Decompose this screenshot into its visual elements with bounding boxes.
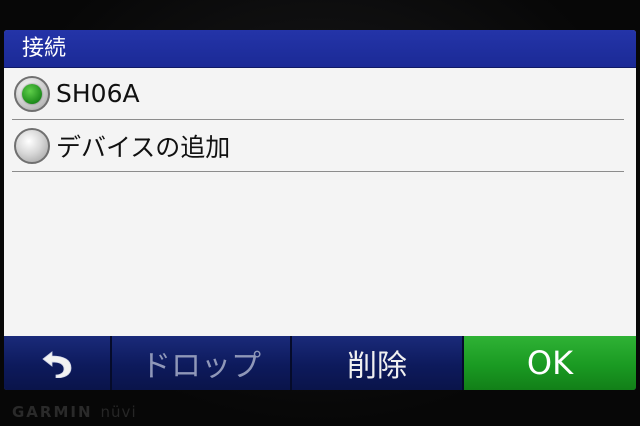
bottom-toolbar: ドロップ 削除 OK [4, 336, 636, 390]
device-frame: 接続 SH06A デバイスの追加 ドロップ 削除 OK GARMIN nüvi [0, 0, 640, 426]
delete-button[interactable]: 削除 [292, 336, 464, 390]
list-item-sh06a[interactable]: SH06A [12, 68, 624, 120]
list-item-add-device[interactable]: デバイスの追加 [12, 120, 624, 172]
connection-list: SH06A デバイスの追加 [4, 68, 636, 336]
brand-name: GARMIN [12, 403, 93, 421]
drop-button[interactable]: ドロップ [112, 336, 292, 390]
radio-unselected-icon[interactable] [14, 127, 50, 164]
brand-model: nüvi [100, 403, 137, 421]
page-title: 接続 [4, 30, 636, 68]
ok-button[interactable]: OK [464, 336, 636, 390]
list-item-label: デバイスの追加 [56, 132, 231, 162]
back-arrow-icon [40, 348, 74, 378]
back-button[interactable] [4, 336, 112, 390]
list-item-label: SH06A [56, 79, 140, 108]
brand-logo: GARMIN nüvi [12, 403, 137, 421]
screen: 接続 SH06A デバイスの追加 ドロップ 削除 OK [4, 30, 636, 390]
radio-dot-icon [22, 83, 42, 104]
radio-selected-icon[interactable] [14, 75, 50, 112]
